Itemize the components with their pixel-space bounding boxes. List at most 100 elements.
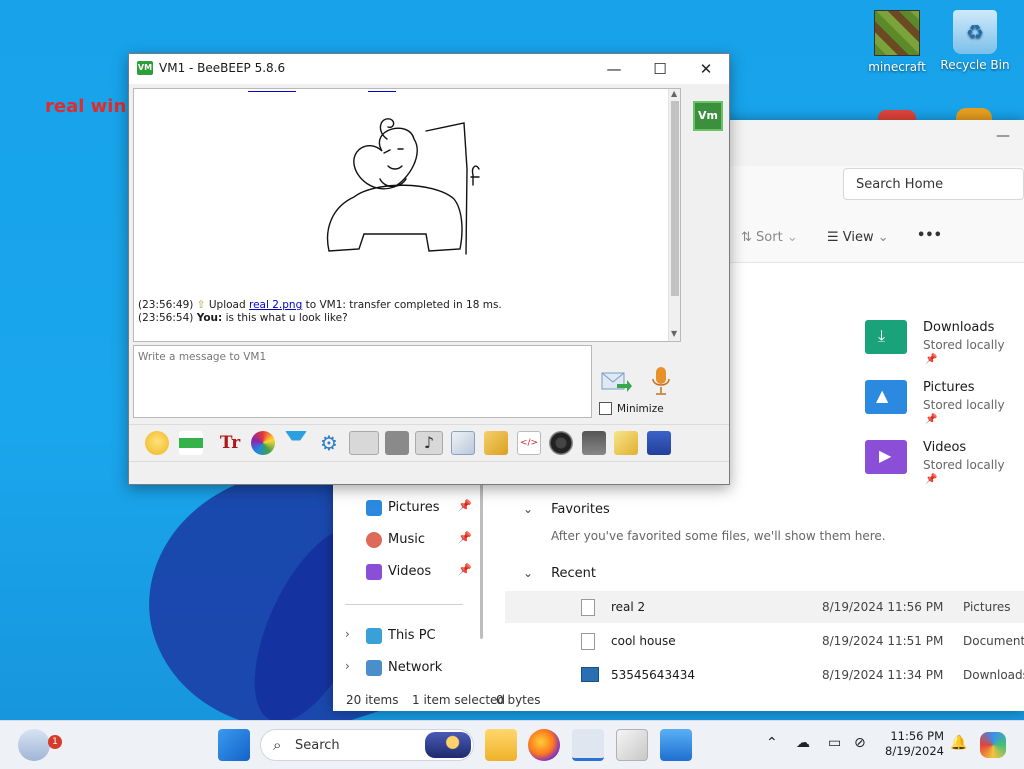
recent-section-header[interactable]: ⌄ Recent [523,566,596,581]
screenshot-icon[interactable] [582,431,606,455]
chat-history[interactable]: (23:56:49) ⇧ Upload real 2.png to VM1: t… [133,88,681,342]
item-count: 20 items [346,693,399,707]
cloud-offline-icon[interactable]: ☁ [796,735,810,751]
quick-access-videos[interactable]: ▶ Videos Stored locally 📌 [865,440,1024,500]
chat-scrollbar[interactable]: ▲ ▼ [668,89,680,341]
chevron-up-icon[interactable]: ⌃ [766,735,778,751]
message-input[interactable] [134,346,591,417]
html-icon[interactable]: </> [517,431,541,455]
snipping-tool-taskbar-icon[interactable] [616,729,648,761]
minimize-icon[interactable]: — [993,128,1013,148]
image-file-icon [581,599,595,616]
received-image-drawing[interactable] [314,109,514,284]
favorites-section-header[interactable]: ⌄ Favorites [523,502,610,517]
desktop-icon-minecraft[interactable]: minecraft [857,10,937,74]
notification-bell-icon[interactable]: 🔔 [950,735,967,751]
pictures-folder-icon: ▲ [865,380,907,414]
beebeep-taskbar-icon[interactable] [572,729,604,761]
nav-item-music[interactable]: Music 📌 [333,525,478,555]
desktop-overlay-text: real win [45,96,127,117]
send-file-icon[interactable] [451,431,475,455]
favorites-empty-text: After you've favorited some files, we'll… [551,529,886,543]
chat-message: (23:56:54) You: is this what u look like… [138,312,348,324]
document-file-icon [581,633,595,650]
scroll-up-icon[interactable]: ▲ [671,89,677,98]
beebeep-chat-window: VM VM1 - BeeBEEP 5.8.6 — ☐ ✕ (23:56:49) … [128,53,730,485]
pin-icon: 📌 [458,563,472,576]
upload-icon: ⇧ [196,299,206,311]
save-icon[interactable] [647,431,671,455]
window-titlebar[interactable]: VM VM1 - BeeBEEP 5.8.6 — ☐ ✕ [129,54,729,84]
this-pc-icon [366,628,382,644]
chevron-down-icon: ⌄ [877,230,889,245]
search-input[interactable]: Search Home [843,168,1024,200]
network-icon [366,660,382,676]
weather-widget-icon[interactable]: 1 [18,729,62,761]
display-icon[interactable]: ▭ [828,735,841,751]
file-link[interactable]: real 2.png [249,299,302,311]
recent-file-row[interactable]: real 2 8/19/2024 11:56 PM Pictures [505,591,1024,623]
print-icon[interactable] [385,431,409,455]
pictures-icon [366,500,382,516]
sound-icon[interactable]: ♪ [415,431,443,455]
nav-item-pictures[interactable]: Pictures 📌 [333,493,478,523]
microphone-icon[interactable] [651,366,671,396]
chevron-down-icon: ⌄ [523,502,534,516]
copilot-icon[interactable] [980,732,1006,758]
view-button[interactable]: ☰ View ⌄ [827,230,889,245]
selection-count: 1 item selected [412,693,506,707]
minimize-checkbox[interactable] [599,402,612,415]
clipped-previous-line [138,89,396,95]
system-clock[interactable]: 11:56 PM 8/19/2024 [880,729,944,759]
start-button-icon[interactable] [218,729,250,761]
message-input-box[interactable] [133,345,592,418]
firefox-taskbar-icon[interactable] [528,729,560,761]
photos-taskbar-icon[interactable] [660,729,692,761]
notes-icon[interactable] [614,431,638,455]
image-file-icon [581,667,599,682]
user-avatar[interactable]: Vm [693,101,723,131]
chevron-down-icon: ⌄ [523,566,534,580]
close-button[interactable]: ✕ [683,54,729,84]
settings-gear-icon[interactable]: ⚙ [317,431,341,455]
chevron-right-icon[interactable]: › [345,659,350,673]
send-message-icon[interactable] [601,370,633,396]
minimize-button[interactable]: — [591,54,637,84]
videos-folder-icon: ▶ [865,440,907,474]
file-explorer-taskbar-icon[interactable] [485,729,517,761]
green-arrow-icon[interactable] [179,431,203,455]
sort-button[interactable]: ⇅ Sort ⌄ [741,230,798,245]
view-icon: ☰ [827,230,839,245]
desktop-icon-recycle-bin[interactable]: ♻ Recycle Bin [935,10,1015,72]
chat-message: (23:56:49) ⇧ Upload real 2.png to VM1: t… [138,299,502,311]
maximize-button[interactable]: ☐ [637,54,683,84]
network-status-icon[interactable]: ⊘ [854,735,866,751]
taskbar-search[interactable]: ⌕ Search [260,729,474,761]
quick-access-downloads[interactable]: ⤓ Downloads Stored locally 📌 [865,320,1024,380]
color-icon[interactable] [251,431,275,455]
quick-access-pictures[interactable]: ▲ Pictures Stored locally 📌 [865,380,1024,440]
save-chat-icon[interactable] [349,431,379,455]
scrollbar-thumb[interactable] [671,101,679,296]
desktop-icon-label: minecraft [868,60,926,74]
recycle-bin-icon: ♻ [953,10,997,54]
filter-icon[interactable] [285,431,307,455]
nav-item-videos[interactable]: Videos 📌 [333,557,478,587]
pin-icon: 📌 [925,354,938,365]
sort-icon: ⇅ [741,230,752,245]
divider [345,604,463,605]
emoticon-icon[interactable] [145,431,169,455]
nav-scrollbar[interactable] [480,484,483,639]
chevron-right-icon[interactable]: › [345,627,350,641]
send-folder-icon[interactable] [484,431,508,455]
nav-item-this-pc[interactable]: › This PC [333,621,478,651]
nav-item-network[interactable]: › Network [333,653,478,683]
more-options-button[interactable]: ••• [917,228,942,243]
scroll-down-icon[interactable]: ▼ [671,329,677,338]
minecraft-shortcut-icon [874,10,920,56]
font-icon[interactable]: Tr [218,431,242,455]
notification-badge: 1 [48,735,62,749]
recent-file-row[interactable]: 53545643434 8/19/2024 11:34 PM Downloads [505,659,1024,691]
recent-file-row[interactable]: cool house 8/19/2024 11:51 PM Documents [505,625,1024,657]
record-icon[interactable] [549,431,573,455]
